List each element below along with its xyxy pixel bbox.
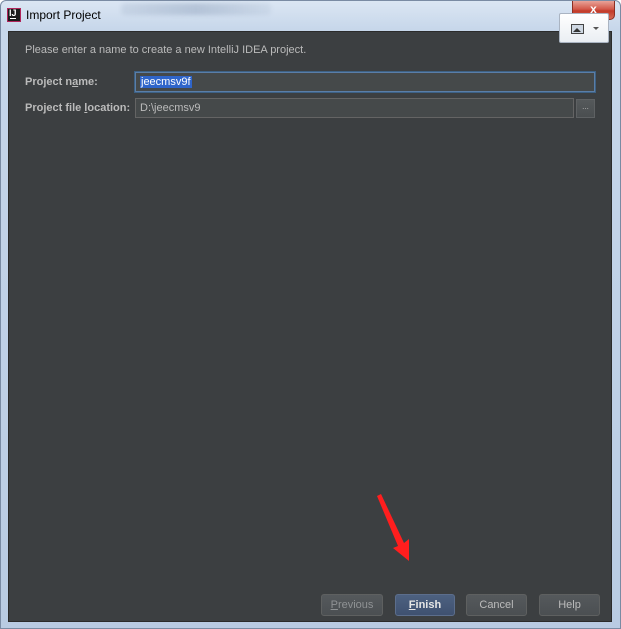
project-location-label: Project file location: [25, 102, 130, 114]
previous-button[interactable]: Previous [321, 594, 383, 616]
label-text: Project n [25, 76, 73, 88]
browse-button[interactable]: ... [576, 99, 595, 118]
label-text: me: [78, 76, 98, 88]
label-text: Project file [25, 102, 85, 114]
intro-text: Please enter a name to create a new Inte… [25, 44, 307, 56]
project-name-value: jeecmsv9f [140, 76, 192, 88]
intellij-idea-icon: IJ [7, 8, 21, 22]
finish-button[interactable]: Finish [395, 594, 455, 616]
import-project-window: IJ Import Project x Please enter a name … [0, 0, 621, 629]
help-button[interactable]: Help [539, 594, 600, 616]
image-icon [571, 24, 584, 34]
cancel-button[interactable]: Cancel [466, 594, 527, 616]
screenshot-tool-button[interactable] [559, 13, 609, 43]
button-label: inish [415, 599, 442, 611]
title-bar-blur [121, 3, 271, 15]
button-mnemonic: F [408, 599, 416, 611]
project-name-input[interactable]: jeecmsv9f [135, 72, 595, 92]
dialog-content: Please enter a name to create a new Inte… [8, 31, 612, 622]
title-bar: IJ Import Project x [1, 1, 620, 31]
button-mnemonic: P [330, 599, 338, 611]
label-text: ocation: [87, 102, 131, 114]
window-title: Import Project [26, 8, 101, 22]
project-location-input[interactable]: D:\jeecmsv9 [135, 98, 574, 118]
project-location-value: D:\jeecmsv9 [140, 102, 201, 114]
project-name-label: Project name: [25, 76, 98, 88]
button-label: revious [337, 599, 374, 611]
chevron-down-icon [593, 27, 599, 30]
